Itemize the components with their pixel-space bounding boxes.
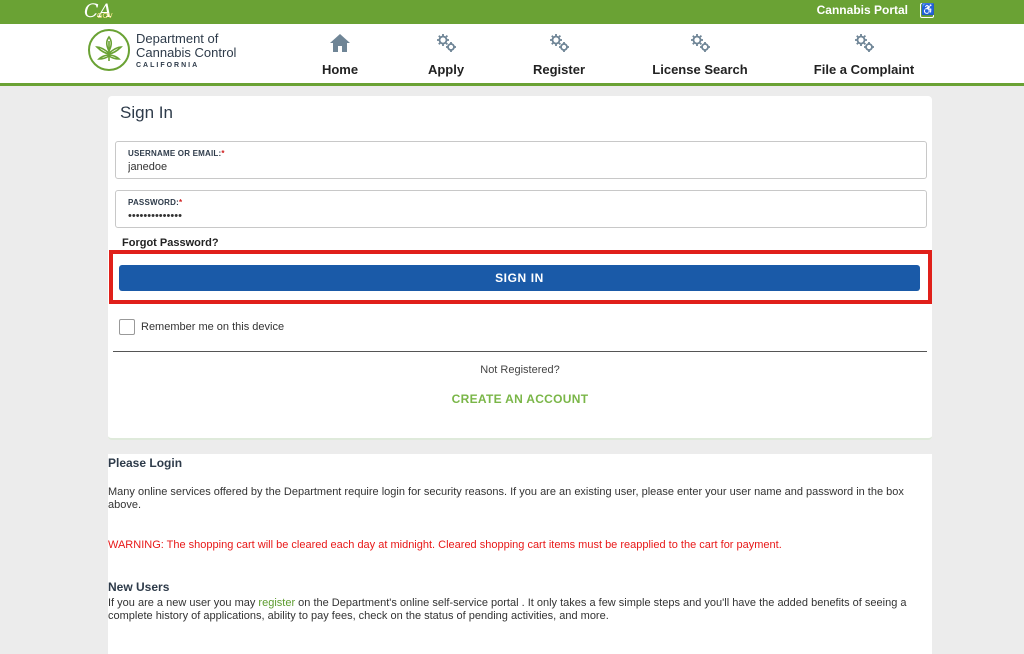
cart-warning-text: WARNING: The shopping cart will be clear… <box>108 539 782 551</box>
nav-file-complaint-label: File a Complaint <box>813 62 915 77</box>
department-name-line2: Cannabis Control <box>136 45 237 60</box>
forgot-password-link[interactable]: Forgot Password? <box>122 237 219 249</box>
nav-file-complaint[interactable]: File a Complaint <box>810 30 918 80</box>
top-bar: CA GOV Cannabis Portal ♿ <box>0 0 1024 24</box>
portal-name[interactable]: Cannabis Portal <box>817 2 908 18</box>
nav-home[interactable]: Home <box>312 30 368 80</box>
create-account-link[interactable]: CREATE AN ACCOUNT <box>108 392 932 406</box>
gears-icon <box>437 34 456 52</box>
signin-button[interactable]: SIGN IN <box>119 265 920 291</box>
nav-apply-label: Apply <box>427 62 465 77</box>
nav-register-label: Register <box>532 62 586 77</box>
password-label: PASSWORD:* <box>128 198 183 207</box>
department-name-line1: Department of <box>136 31 219 46</box>
username-label: USERNAME OR EMAIL:* <box>128 149 225 158</box>
please-login-text: Many online services offered by the Depa… <box>108 486 904 511</box>
accessibility-icon[interactable]: ♿ <box>920 3 935 18</box>
nav-register[interactable]: Register <box>528 30 590 80</box>
nav-license-search[interactable]: License Search <box>650 30 750 80</box>
register-link[interactable]: register <box>258 597 295 609</box>
nav-apply[interactable]: Apply <box>420 30 472 80</box>
cannabis-leaf-icon[interactable] <box>88 29 130 71</box>
divider <box>113 351 927 352</box>
site-header: Department of Cannabis Control CALIFORNI… <box>0 24 1024 86</box>
password-field[interactable]: PASSWORD:* <box>115 190 927 228</box>
required-marker: * <box>178 198 183 207</box>
username-field[interactable]: USERNAME OR EMAIL:* <box>115 141 927 179</box>
gears-icon <box>550 34 569 52</box>
remember-me-label[interactable]: Remember me on this device <box>141 319 284 335</box>
department-name[interactable]: Department of Cannabis Control CALIFORNI… <box>136 32 236 72</box>
signin-card: Sign In USERNAME OR EMAIL:* PASSWORD:* F… <box>108 96 932 440</box>
new-users-heading: New Users <box>108 580 170 594</box>
gears-icon <box>691 34 710 52</box>
required-marker: * <box>221 149 225 158</box>
home-icon <box>330 34 350 52</box>
department-name-state: CALIFORNIA <box>136 62 200 69</box>
info-section: Please Login Many online services offere… <box>108 454 932 654</box>
not-registered-text: Not Registered? <box>480 364 560 376</box>
signin-title: Sign In <box>120 103 173 122</box>
username-input[interactable] <box>128 160 888 174</box>
new-users-text: If you are a new user you may register o… <box>108 597 907 622</box>
gears-icon <box>855 34 874 52</box>
please-login-heading: Please Login <box>108 456 183 470</box>
password-input[interactable] <box>128 209 888 223</box>
nav-license-search-label: License Search <box>652 62 748 77</box>
ca-gov-logo[interactable]: CA GOV <box>84 0 124 24</box>
remember-me-checkbox[interactable] <box>119 319 135 335</box>
nav-home-label: Home <box>321 62 359 77</box>
ca-logo-gov: GOV <box>97 13 113 20</box>
